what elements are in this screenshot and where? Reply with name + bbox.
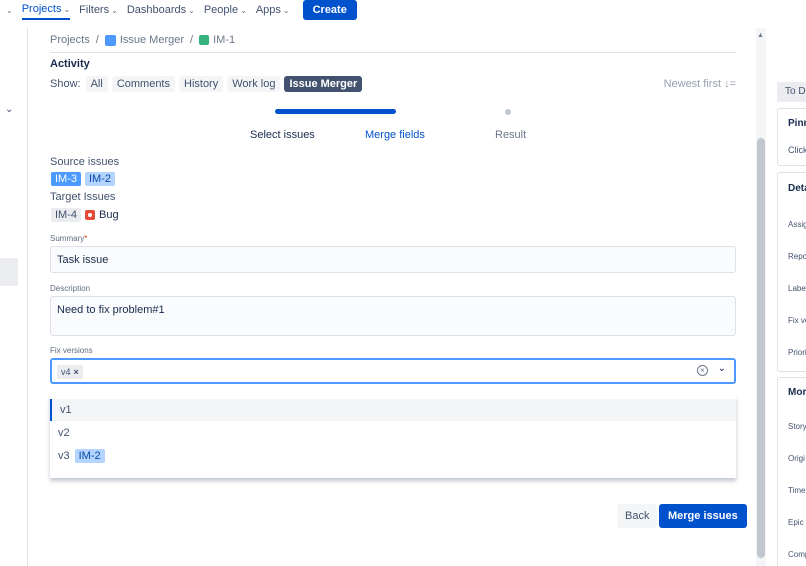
nav-dashboards[interactable]: Dashboards ⌄: [127, 4, 195, 16]
nav-people-label: People: [203, 4, 239, 16]
more-field: Story: [788, 422, 806, 431]
scrollbar-thumb[interactable]: [757, 138, 765, 558]
nav-filters[interactable]: Filters ⌄: [79, 4, 118, 16]
fix-versions-label: Fix versions: [50, 346, 93, 355]
target-issue-lozenge[interactable]: IM-4: [51, 208, 81, 222]
source-issues-label: Source issues: [50, 156, 120, 168]
breadcrumb-separator: /: [95, 34, 99, 46]
option-label: v2: [58, 427, 70, 439]
divider: [50, 52, 736, 53]
source-issues-list: IM-3 IM-2: [51, 172, 115, 186]
description-input[interactable]: Need to fix problem#1: [50, 296, 736, 336]
version-option-v1[interactable]: v1: [50, 399, 736, 421]
story-icon: [199, 35, 210, 45]
filter-all[interactable]: All: [85, 76, 108, 92]
nav-overflow-chevron-icon[interactable]: ⌄: [4, 6, 13, 15]
fix-versions-menu: v1 v2 v3 IM-2: [50, 396, 736, 478]
filter-comments[interactable]: Comments: [111, 76, 175, 92]
selected-version-label: v4: [61, 367, 71, 377]
details-box: Deta Assig Repo Label Fix ve Priori: [777, 172, 806, 372]
remove-version-icon[interactable]: ×: [74, 367, 79, 377]
pinned-title: Pinn: [788, 118, 806, 129]
pinned-fields-box: Pinn Click: [777, 108, 806, 166]
top-navigation: ⌄ Projects ⌄ Filters ⌄ Dashboards ⌄ People ⌄…: [0, 0, 806, 20]
version-option-v2[interactable]: v2: [50, 422, 736, 444]
summary-label-text: Summary: [50, 234, 85, 243]
issue-main-panel: Projects / Issue Merger / IM-1 Activity …: [28, 28, 756, 566]
more-field: Origi: [788, 454, 805, 463]
left-sidebar: ⌄: [0, 28, 28, 566]
details-field: Fix ve: [788, 316, 806, 325]
filter-history[interactable]: History: [179, 76, 224, 92]
breadcrumb-projects[interactable]: Projects: [50, 34, 90, 46]
clear-icon[interactable]: ×: [697, 365, 708, 376]
scroll-up-arrow-icon[interactable]: ▲: [757, 32, 764, 39]
sort-toggle[interactable]: Newest first ↓=: [664, 78, 736, 90]
more-fields-box: Mor Story Origi Time Epic L Comp: [777, 377, 806, 566]
selected-version-chip: v4 ×: [57, 365, 83, 379]
activity-filters: Show: All Comments History Work log Issu…: [50, 76, 366, 92]
details-field: Label: [788, 284, 806, 293]
chevron-down-icon[interactable]: ⌄: [5, 104, 13, 115]
step-progress-bar: [275, 109, 396, 114]
option-label: v3: [58, 450, 70, 462]
issue-type-label: Bug: [99, 209, 119, 221]
nav-filters-label: Filters: [79, 4, 110, 16]
step-result: Result: [495, 129, 527, 141]
breadcrumb: Projects / Issue Merger / IM-1: [50, 34, 235, 46]
source-issue-lozenge[interactable]: IM-2: [85, 172, 115, 186]
summary-label: Summary*: [50, 234, 87, 243]
summary-input[interactable]: Task issue: [50, 246, 736, 273]
nav-apps[interactable]: Apps ⌄: [256, 4, 290, 16]
chevron-down-icon: ⌄: [63, 4, 71, 14]
back-button[interactable]: Back: [617, 504, 658, 528]
sidebar-selected-item[interactable]: [0, 258, 18, 286]
description-label: Description: [50, 284, 91, 293]
filter-issue-merger[interactable]: Issue Merger: [284, 76, 363, 92]
details-field: Repo: [788, 252, 806, 261]
nav-apps-label: Apps: [255, 4, 281, 16]
breadcrumb-project[interactable]: Issue Merger: [120, 34, 184, 46]
details-title: Deta: [788, 183, 806, 194]
status-button[interactable]: To D: [777, 82, 806, 102]
pinned-text: Click: [788, 145, 806, 155]
breadcrumb-separator: /: [190, 34, 194, 46]
chevron-down-icon: ⌄: [111, 5, 118, 15]
required-mark: *: [84, 234, 88, 243]
target-issues-label: Target Issues: [50, 191, 116, 203]
nav-people[interactable]: People ⌄: [204, 4, 247, 16]
nav-dashboards-label: Dashboards: [126, 4, 187, 16]
show-label: Show:: [50, 78, 81, 90]
step-select-issues: Select issues: [250, 129, 315, 141]
activity-heading: Activity: [50, 58, 90, 70]
more-field: Time: [788, 486, 806, 495]
step-result-dot: [505, 109, 511, 115]
details-field: Priori: [788, 348, 806, 357]
breadcrumb-issue[interactable]: IM-1: [213, 34, 235, 46]
chevron-down-icon: ⌄: [282, 5, 290, 15]
issue-details-panel: To D Pinn Click Deta Assig Repo Label Fi…: [777, 0, 806, 566]
bug-icon: [85, 210, 95, 220]
chevron-down-icon: ⌄: [188, 5, 195, 15]
option-label: v1: [60, 404, 72, 416]
create-button[interactable]: Create: [302, 0, 357, 20]
step-merge-fields: Merge fields: [365, 129, 425, 141]
source-issue-lozenge[interactable]: IM-3: [51, 172, 81, 186]
chevron-down-icon[interactable]: ⌄: [718, 363, 726, 374]
option-issue-lozenge: IM-2: [74, 449, 105, 463]
nav-projects[interactable]: Projects ⌄: [21, 0, 71, 20]
filter-work-log[interactable]: Work log: [227, 76, 281, 92]
merge-issues-button[interactable]: Merge issues: [659, 504, 747, 528]
details-field: Assig: [788, 220, 806, 229]
target-issue: IM-4 Bug: [51, 208, 119, 222]
main-scrollbar[interactable]: ▲: [756, 28, 766, 566]
more-fields-title: Mor: [788, 387, 806, 398]
more-field: Comp: [788, 550, 806, 559]
version-option-v3[interactable]: v3 IM-2: [50, 445, 736, 467]
more-field: Epic L: [788, 518, 806, 527]
fix-versions-select[interactable]: v4 × × ⌄: [50, 358, 736, 384]
nav-projects-label: Projects: [21, 3, 62, 15]
project-avatar-icon: [104, 34, 116, 46]
chevron-down-icon: ⌄: [240, 5, 247, 15]
